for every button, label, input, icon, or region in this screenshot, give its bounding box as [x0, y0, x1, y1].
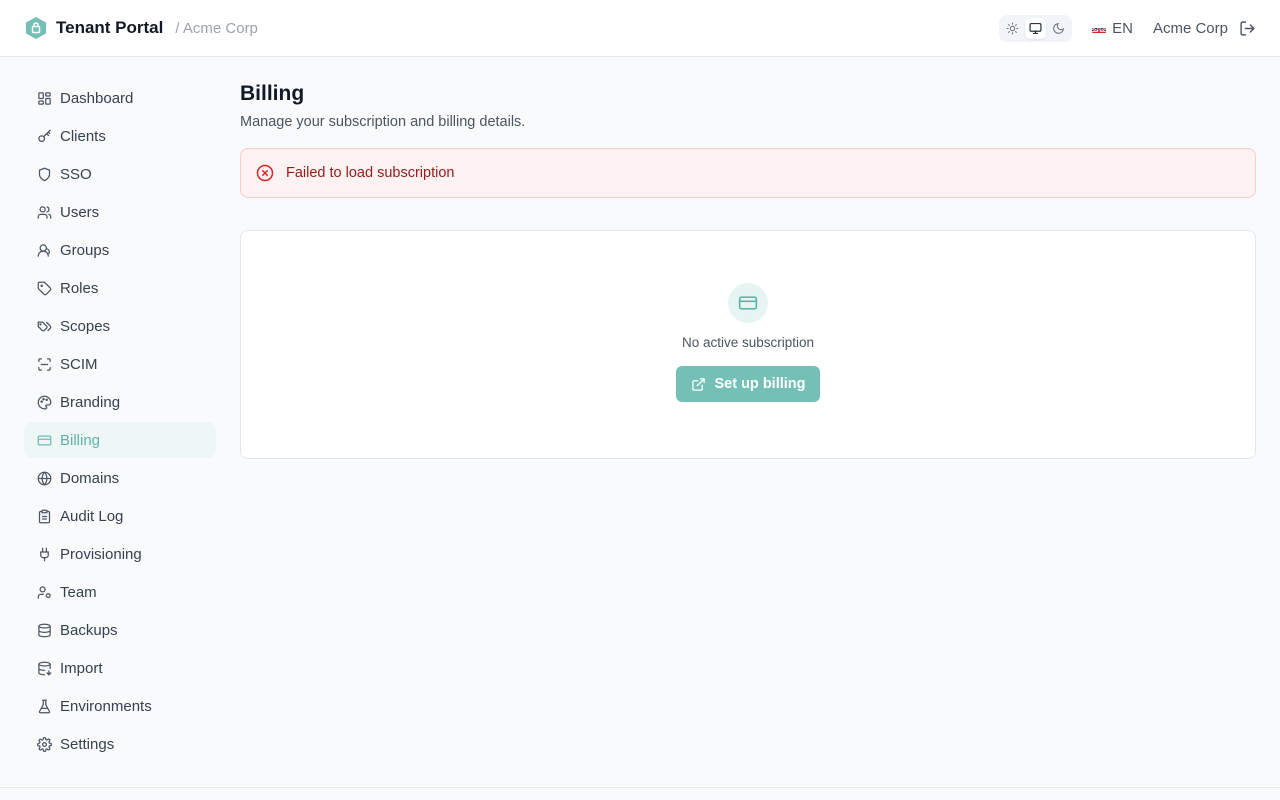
shield-icon — [36, 166, 52, 182]
sidebar-item-label: Import — [60, 659, 103, 677]
sidebar-item-roles[interactable]: Roles — [24, 270, 216, 306]
uk-flag-icon — [1092, 24, 1107, 33]
error-circle-icon — [255, 163, 275, 183]
scan-icon — [36, 356, 52, 372]
app-title: Tenant Portal — [56, 18, 164, 37]
key-icon — [36, 128, 52, 144]
sidebar-item-settings[interactable]: Settings — [24, 726, 216, 762]
sidebar-item-label: Backups — [60, 621, 118, 639]
breadcrumb: / Acme Corp — [175, 19, 258, 37]
language-selector[interactable]: EN — [1092, 20, 1133, 37]
top-header: Tenant Portal / Acme Corp EN Acme Corp — [0, 0, 1280, 57]
sidebar-item-label: SCIM — [60, 355, 98, 373]
empty-state-message: No active subscription — [681, 335, 815, 350]
sidebar-item-groups[interactable]: Groups — [24, 232, 216, 268]
empty-state-card: No active subscription Set up billing — [240, 230, 1256, 459]
user-cog-icon — [36, 584, 52, 600]
sidebar-item-import[interactable]: Import — [24, 650, 216, 686]
sidebar-item-billing[interactable]: Billing — [24, 422, 216, 458]
error-alert: Failed to load subscription — [240, 148, 1256, 198]
alert-message: Failed to load subscription — [286, 165, 455, 181]
tenant-name: Acme Corp — [1152, 19, 1228, 37]
monitor-icon[interactable] — [1025, 17, 1047, 39]
sidebar-item-label: Roles — [60, 279, 99, 297]
sidebar-item-scopes[interactable]: Scopes — [24, 308, 216, 344]
sidebar-item-label: Clients — [60, 127, 106, 145]
sidebar-item-sso[interactable]: SSO — [24, 156, 216, 192]
sidebar-item-label: Dashboard — [60, 89, 134, 107]
database-icon — [36, 622, 52, 638]
page-subtitle: Manage your subscription and billing det… — [240, 114, 526, 130]
external-link-icon — [690, 376, 706, 392]
palette-icon — [36, 394, 52, 410]
sidebar-item-environments[interactable]: Environments — [24, 688, 216, 724]
shield-logo-icon — [24, 16, 48, 40]
sidebar-item-domains[interactable]: Domains — [24, 460, 216, 496]
sun-icon[interactable] — [1002, 18, 1023, 39]
sidebar-item-label: Domains — [60, 469, 120, 487]
page-title: Billing — [240, 82, 305, 105]
sidebar-item-provisioning[interactable]: Provisioning — [24, 536, 216, 572]
tags-icon — [36, 318, 52, 334]
sidebar-item-users[interactable]: Users — [24, 194, 216, 230]
flask-icon — [36, 698, 52, 714]
theme-toggle — [999, 14, 1073, 42]
sidebar-item-backups[interactable]: Backups — [24, 612, 216, 648]
credit-card-icon — [36, 432, 52, 448]
language-label: EN — [1112, 19, 1133, 37]
logout-icon[interactable] — [1238, 19, 1256, 37]
moon-icon[interactable] — [1048, 18, 1069, 39]
sidebar-item-label: Branding — [60, 393, 121, 411]
sidebar-item-label: Team — [60, 583, 97, 601]
gear-icon — [36, 736, 52, 752]
sidebar-item-label: Users — [60, 203, 100, 221]
sidebar-item-label: Groups — [60, 241, 110, 259]
sidebar-item-branding[interactable]: Branding — [24, 384, 216, 420]
plug-icon — [36, 546, 52, 562]
users-icon — [36, 204, 52, 220]
sidebar-item-clients[interactable]: Clients — [24, 118, 216, 154]
sidebar-item-label: Provisioning — [60, 545, 142, 563]
dashboard-icon — [36, 90, 52, 106]
sidebar-item-label: Scopes — [60, 317, 111, 335]
sidebar-item-dashboard[interactable]: Dashboard — [24, 80, 216, 116]
setup-billing-button[interactable]: Set up billing — [676, 366, 820, 402]
globe-icon — [36, 470, 52, 486]
sidebar-item-label: Environments — [60, 697, 152, 715]
sidebar-item-audit-log[interactable]: Audit Log — [24, 498, 216, 534]
sidebar-item-team[interactable]: Team — [24, 574, 216, 610]
sidebar-item-label: SSO — [60, 165, 92, 183]
credit-card-icon — [728, 283, 768, 323]
setup-billing-label: Set up billing — [714, 376, 806, 392]
brand[interactable]: Tenant Portal / Acme Corp — [24, 16, 258, 40]
sidebar-nav: Dashboard Clients SSO Users Groups Roles… — [24, 80, 216, 764]
sidebar-item-scim[interactable]: SCIM — [24, 346, 216, 382]
sidebar-item-label: Settings — [60, 735, 115, 753]
tag-icon — [36, 280, 52, 296]
group-icon — [36, 242, 52, 258]
clipboard-icon — [36, 508, 52, 524]
footer-divider — [0, 787, 1280, 788]
database-import-icon — [36, 660, 52, 676]
main-content: Billing Manage your subscription and bil… — [240, 80, 1256, 459]
sidebar-item-label: Audit Log — [60, 507, 124, 525]
sidebar-item-label: Billing — [60, 431, 101, 449]
